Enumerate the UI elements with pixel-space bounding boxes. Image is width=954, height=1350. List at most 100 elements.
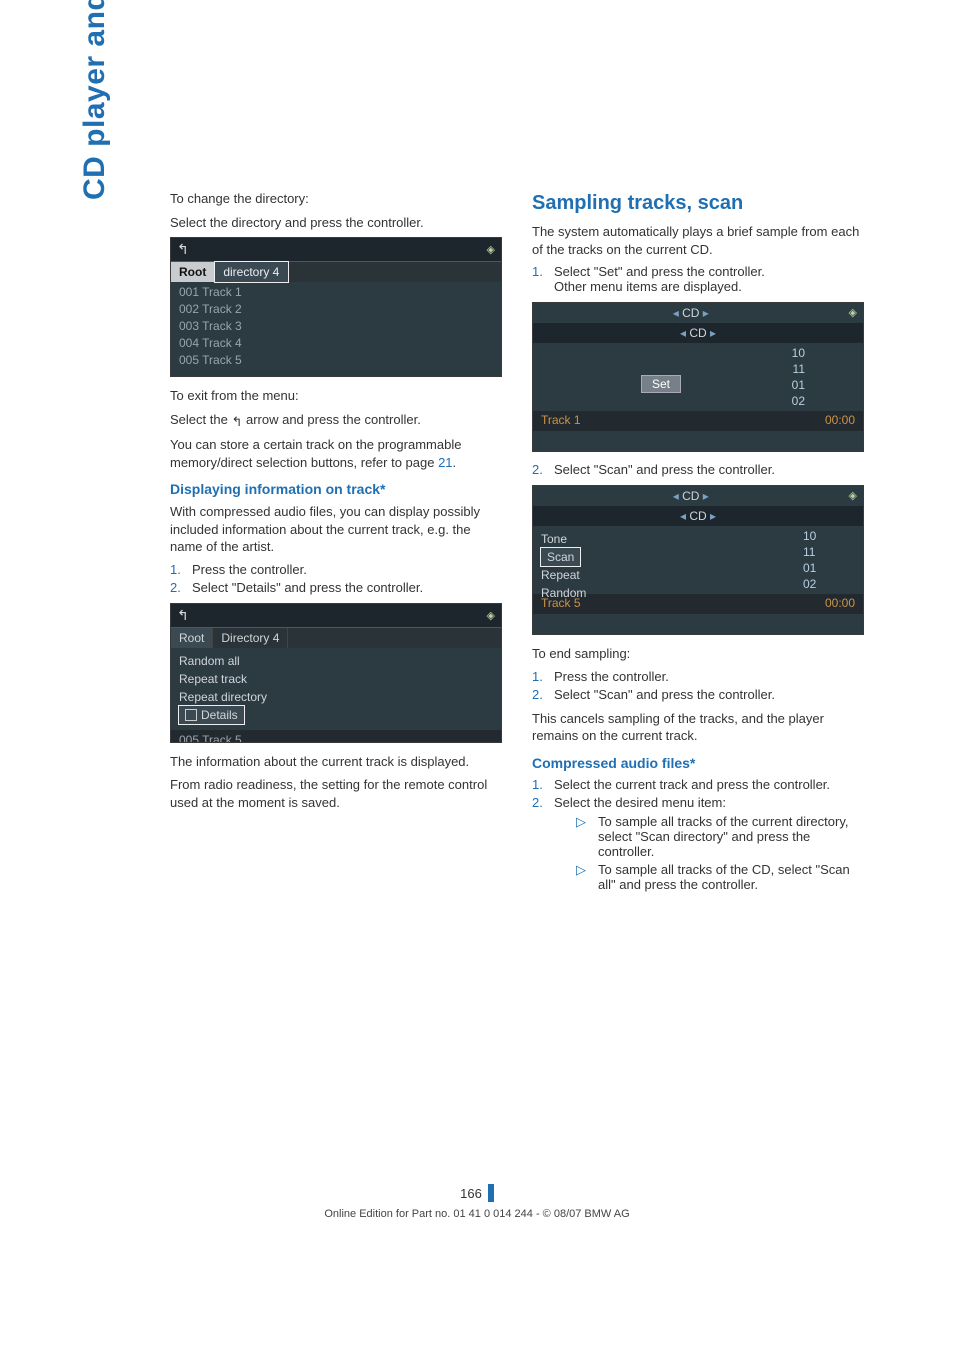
list-item: 1. Press the controller.: [532, 669, 864, 684]
ss4-num: 10: [803, 528, 863, 544]
info-dot-icon: ◈: [849, 306, 857, 319]
step-number: 1.: [532, 777, 546, 792]
ss4-menu-item: Tone: [541, 530, 795, 548]
triangle-bullet-icon: ▷: [576, 814, 586, 859]
ss3-time-label: 00:00: [825, 413, 855, 427]
ss1-track-line: 003 Track 3: [179, 318, 493, 335]
list-item: 1.Select the current track and press the…: [532, 777, 864, 792]
screenshot-details-menu: ↰ ◈ Root Directory 4 Random all Repeat t…: [170, 603, 502, 743]
ss1-track-list: 001 Track 1 002 Track 2 003 Track 3 004 …: [171, 282, 501, 375]
ss4-num: 02: [803, 576, 863, 592]
back-arrow-icon: ↰: [177, 607, 189, 624]
chevron-left-icon: ◂: [680, 509, 689, 523]
step-number: 2.: [532, 795, 546, 810]
end-sampling-note: This cancels sampling of the tracks, and…: [532, 710, 864, 745]
ss3-sub-label: CD: [689, 326, 706, 340]
ss3-bottombar: Track 1 00:00: [533, 411, 863, 431]
sub-text: To sample all tracks of the current dire…: [598, 814, 864, 859]
right-column: Sampling tracks, scan The system automat…: [532, 190, 864, 903]
step2-label: Select the desired menu item:: [554, 795, 726, 810]
ss4-time-label: 00:00: [825, 596, 855, 610]
step-number: 1.: [532, 669, 546, 684]
list-item: ▷To sample all tracks of the CD, select …: [576, 862, 864, 892]
change-directory-action: Select the directory and press the contr…: [170, 214, 502, 232]
list-item: ▷ To sample all tracks of the current dir…: [576, 814, 864, 859]
ss1-tab-root: Root: [171, 262, 215, 282]
exit-menu-action: Select the ↰ arrow and press the control…: [170, 411, 502, 431]
page-link-21[interactable]: 21: [438, 455, 452, 470]
step-number: 2.: [170, 580, 184, 595]
info-dot-icon: ◈: [849, 489, 857, 502]
list-item: 2.Select "Scan" and press the controller…: [532, 687, 864, 702]
ss3-subhead: ◂ CD ▸: [533, 323, 863, 343]
compressed-steps: 1.Select the current track and press the…: [532, 777, 864, 895]
after-ss2-p1: The information about the current track …: [170, 753, 502, 771]
ss4-num: 01: [803, 560, 863, 576]
store-track-note-post: .: [453, 455, 457, 470]
footer-edition-line: Online Edition for Part no. 01 41 0 014 …: [0, 1208, 954, 1220]
checkbox-icon: [185, 709, 197, 721]
back-arrow-icon: ↰: [177, 241, 189, 258]
back-arrow-icon: ↰: [231, 413, 242, 431]
step-text: Select "Details" and press the controlle…: [192, 580, 423, 595]
screenshot-cd-set: ◂ CD ▸ ◈ ◂ CD ▸ 10 11 01 02 Set Track 1: [532, 302, 864, 452]
ss2-menu-item: Repeat directory: [179, 688, 493, 706]
chevron-right-icon: ▸: [707, 509, 716, 523]
exit-menu-intro: To exit from the menu:: [170, 387, 502, 405]
ss2-tabs: Root Directory 4: [171, 628, 501, 648]
ss4-track-label: Track 5: [541, 596, 581, 610]
ss3-num: 02: [792, 393, 805, 409]
chevron-left-icon: ◂: [680, 326, 689, 340]
screenshot-directory-list: ↰ ◈ Root directory 4 001 Track 1 002 Tra…: [170, 237, 502, 377]
store-track-note: You can store a certain track on the pro…: [170, 436, 502, 471]
sampling-intro: The system automatically plays a brief s…: [532, 223, 864, 258]
ss1-track-line: 002 Track 2: [179, 301, 493, 318]
ss2-menu: Random all Repeat track Repeat directory…: [171, 648, 501, 730]
list-item: 2. Select the desired menu item: ▷To sam…: [532, 795, 864, 895]
step-text: Select the desired menu item: ▷To sample…: [554, 795, 864, 895]
heading-sampling-tracks: Sampling tracks, scan: [532, 192, 864, 215]
step1b: Other menu items are displayed.: [554, 279, 742, 294]
chevron-right-icon: ▸: [707, 326, 716, 340]
sampling-step2: 2.Select "Scan" and press the controller…: [532, 462, 864, 477]
ss4-menu: Tone Scan Repeat Random: [533, 526, 803, 594]
chevron-right-icon: ▸: [703, 489, 709, 503]
step-number: 2.: [532, 462, 546, 477]
step-text: Press the controller.: [554, 669, 669, 684]
ss4-body: Tone Scan Repeat Random 10 11 01 02: [533, 526, 863, 594]
info-dot-icon: ◈: [487, 243, 495, 256]
step-text: Select "Set" and press the controller. O…: [554, 264, 765, 294]
step1a: Select "Set" and press the controller.: [554, 264, 765, 279]
ss4-num: 11: [803, 544, 863, 560]
info-dot-icon: ◈: [487, 609, 495, 622]
ss1-topbar: ↰ ◈: [171, 238, 501, 262]
list-item: 1. Select "Set" and press the controller…: [532, 264, 864, 294]
ss3-num: 01: [792, 377, 805, 393]
chevron-left-icon: ◂: [673, 306, 682, 320]
screenshot-cd-scan: ◂ CD ▸ ◈ ◂ CD ▸ Tone Scan Repeat Random: [532, 485, 864, 635]
step-number: 2.: [532, 687, 546, 702]
ss4-numcol: 10 11 01 02: [803, 526, 863, 594]
ss2-topbar: ↰ ◈: [171, 604, 501, 628]
ss2-tab-root: Root: [171, 628, 213, 648]
ss4-menu-item-scan: Scan: [541, 548, 580, 566]
list-item: 1.Press the controller.: [170, 562, 502, 577]
content-columns: To change the directory: Select the dire…: [170, 190, 864, 903]
ss3-head-label: CD: [682, 306, 699, 320]
details-label: Details: [201, 708, 238, 722]
sub-text: To sample all tracks of the CD, select "…: [598, 862, 864, 892]
page: CD player and CD changer To change the d…: [0, 0, 954, 1350]
ss1-track-line: 004 Track 4: [179, 335, 493, 352]
page-footer: 166 Online Edition for Part no. 01 41 0 …: [0, 1184, 954, 1220]
ss3-head: ◂ CD ▸ ◈: [533, 303, 863, 323]
change-directory-intro: To change the directory:: [170, 190, 502, 208]
sampling-step1: 1. Select "Set" and press the controller…: [532, 264, 864, 294]
end-sampling-intro: To end sampling:: [532, 645, 864, 663]
ss1-tab-dir4: directory 4: [215, 262, 288, 282]
step-number: 1.: [170, 562, 184, 577]
ss4-subhead: ◂ CD ▸: [533, 506, 863, 526]
left-column: To change the directory: Select the dire…: [170, 190, 502, 903]
exit-menu-action-pre: Select the: [170, 412, 231, 427]
store-track-note-pre: You can store a certain track on the pro…: [170, 437, 461, 470]
after-ss2-p2: From radio readiness, the setting for th…: [170, 776, 502, 811]
